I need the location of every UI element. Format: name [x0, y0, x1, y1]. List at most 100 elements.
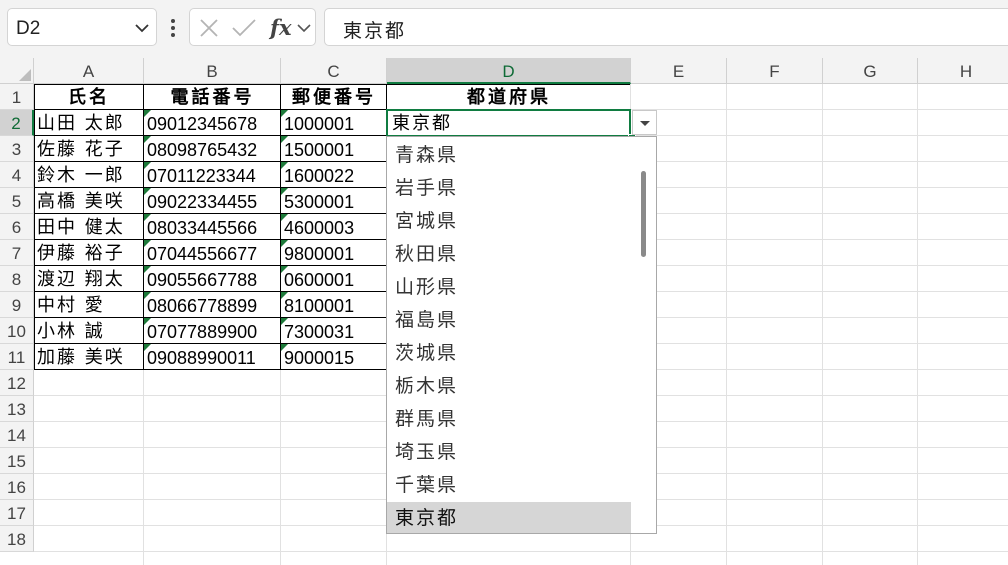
dropdown-option[interactable]: 埼玉県 — [387, 436, 631, 469]
cell-b5[interactable]: 09022334455 — [144, 188, 281, 214]
formula-input[interactable]: 東京都 — [324, 8, 1008, 46]
dropdown-option[interactable]: 青森県 — [387, 139, 631, 172]
row-header-8[interactable]: 8 — [0, 266, 34, 292]
row-header-5[interactable]: 5 — [0, 188, 34, 214]
chevron-down-icon[interactable] — [297, 23, 311, 33]
error-indicator-icon[interactable] — [281, 240, 288, 247]
select-all-button[interactable] — [0, 58, 34, 84]
row-header-14[interactable]: 14 — [0, 422, 34, 448]
cell-a3[interactable]: 佐藤 花子 — [34, 136, 144, 162]
column-header-a[interactable]: A — [34, 58, 144, 84]
dropdown-option[interactable]: 東京都 — [387, 502, 631, 533]
column-header-e[interactable]: E — [631, 58, 727, 84]
cell-a1[interactable]: 氏名 — [34, 84, 144, 110]
error-indicator-icon[interactable] — [144, 266, 151, 273]
dropdown-option[interactable]: 茨城県 — [387, 337, 631, 370]
error-indicator-icon[interactable] — [144, 344, 151, 351]
row-header-7[interactable]: 7 — [0, 240, 34, 266]
error-indicator-icon[interactable] — [281, 344, 288, 351]
cell-b4[interactable]: 07011223344 — [144, 162, 281, 188]
cell-a6[interactable]: 田中 健太 — [34, 214, 144, 240]
error-indicator-icon[interactable] — [281, 188, 288, 195]
dropdown-option[interactable]: 山形県 — [387, 271, 631, 304]
name-box[interactable]: D2 — [7, 8, 157, 46]
error-indicator-icon[interactable] — [144, 136, 151, 143]
column-header-g[interactable]: G — [823, 58, 918, 84]
row-header-10[interactable]: 10 — [0, 318, 34, 344]
cell-a7[interactable]: 伊藤 裕子 — [34, 240, 144, 266]
dropdown-button[interactable] — [632, 110, 657, 135]
cell-c2[interactable]: 1000001 — [281, 110, 387, 136]
cell-c5[interactable]: 5300001 — [281, 188, 387, 214]
cell-b11[interactable]: 09088990011 — [144, 344, 281, 370]
cell-b3[interactable]: 08098765432 — [144, 136, 281, 162]
error-indicator-icon[interactable] — [281, 162, 288, 169]
cell-b1[interactable]: 電話番号 — [144, 84, 281, 110]
cell-c3[interactable]: 1500001 — [281, 136, 387, 162]
column-header-c[interactable]: C — [281, 58, 387, 84]
error-indicator-icon[interactable] — [281, 266, 288, 273]
cell-b7[interactable]: 07044556677 — [144, 240, 281, 266]
chevron-down-icon[interactable] — [134, 23, 150, 33]
row-header-18[interactable]: 18 — [0, 526, 34, 552]
error-indicator-icon[interactable] — [144, 162, 151, 169]
row-header-12[interactable]: 12 — [0, 370, 34, 396]
scrollbar-thumb[interactable] — [641, 171, 646, 257]
error-indicator-icon[interactable] — [144, 214, 151, 221]
dropdown-option[interactable]: 群馬県 — [387, 403, 631, 436]
cell-a5[interactable]: 高橋 美咲 — [34, 188, 144, 214]
cell-a4[interactable]: 鈴木 一郎 — [34, 162, 144, 188]
more-vertical-icon[interactable] — [168, 17, 178, 39]
cell-c7[interactable]: 9800001 — [281, 240, 387, 266]
cell-c11[interactable]: 9000015 — [281, 344, 387, 370]
dropdown-option[interactable]: 秋田県 — [387, 238, 631, 271]
cell-a9[interactable]: 中村 愛 — [34, 292, 144, 318]
dropdown-option[interactable]: 栃木県 — [387, 370, 631, 403]
error-indicator-icon[interactable] — [281, 318, 288, 325]
cell-d1[interactable]: 都道府県 — [387, 84, 631, 110]
error-indicator-icon[interactable] — [144, 110, 151, 117]
row-header-3[interactable]: 3 — [0, 136, 34, 162]
error-indicator-icon[interactable] — [144, 188, 151, 195]
cell-b8[interactable]: 09055667788 — [144, 266, 281, 292]
cell-c1[interactable]: 郵便番号 — [281, 84, 387, 110]
dropdown-option[interactable]: 宮城県 — [387, 205, 631, 238]
row-header-13[interactable]: 13 — [0, 396, 34, 422]
error-indicator-icon[interactable] — [281, 110, 288, 117]
dropdown-option[interactable]: 福島県 — [387, 304, 631, 337]
column-header-f[interactable]: F — [727, 58, 823, 84]
row-header-11[interactable]: 11 — [0, 344, 34, 370]
cell-b9[interactable]: 08066778899 — [144, 292, 281, 318]
cell-a2[interactable]: 山田 太郎 — [34, 110, 144, 136]
row-header-2[interactable]: 2 — [0, 110, 34, 136]
cell-c9[interactable]: 8100001 — [281, 292, 387, 318]
cell-a11[interactable]: 加藤 美咲 — [34, 344, 144, 370]
row-header-17[interactable]: 17 — [0, 500, 34, 526]
row-header-16[interactable]: 16 — [0, 474, 34, 500]
cell-a8[interactable]: 渡辺 翔太 — [34, 266, 144, 292]
error-indicator-icon[interactable] — [144, 240, 151, 247]
active-cell[interactable]: 東京都 — [386, 109, 631, 137]
error-indicator-icon[interactable] — [281, 136, 288, 143]
error-indicator-icon[interactable] — [144, 292, 151, 299]
row-header-15[interactable]: 15 — [0, 448, 34, 474]
cell-b10[interactable]: 07077889900 — [144, 318, 281, 344]
column-header-d[interactable]: D — [387, 58, 631, 84]
dropdown-option[interactable]: 千葉県 — [387, 469, 631, 502]
insert-function-icon[interactable]: fx — [270, 15, 292, 40]
row-header-1[interactable]: 1 — [0, 84, 34, 110]
error-indicator-icon[interactable] — [281, 292, 288, 299]
cancel-icon[interactable] — [199, 18, 219, 38]
cell-c6[interactable]: 4600003 — [281, 214, 387, 240]
row-header-6[interactable]: 6 — [0, 214, 34, 240]
validation-dropdown-list[interactable]: 青森県 岩手県 宮城県 秋田県 山形県 福島県 茨城県 栃木県 群馬県 埼玉県 千葉県 東京都 — [386, 136, 657, 534]
cell-c4[interactable]: 1600022 — [281, 162, 387, 188]
error-indicator-icon[interactable] — [281, 214, 288, 221]
dropdown-scrollbar[interactable] — [631, 137, 656, 533]
column-header-b[interactable]: B — [144, 58, 281, 84]
cell-b2[interactable]: 09012345678 — [144, 110, 281, 136]
dropdown-option[interactable]: 岩手県 — [387, 172, 631, 205]
cell-c8[interactable]: 0600001 — [281, 266, 387, 292]
row-header-9[interactable]: 9 — [0, 292, 34, 318]
cell-c10[interactable]: 7300031 — [281, 318, 387, 344]
